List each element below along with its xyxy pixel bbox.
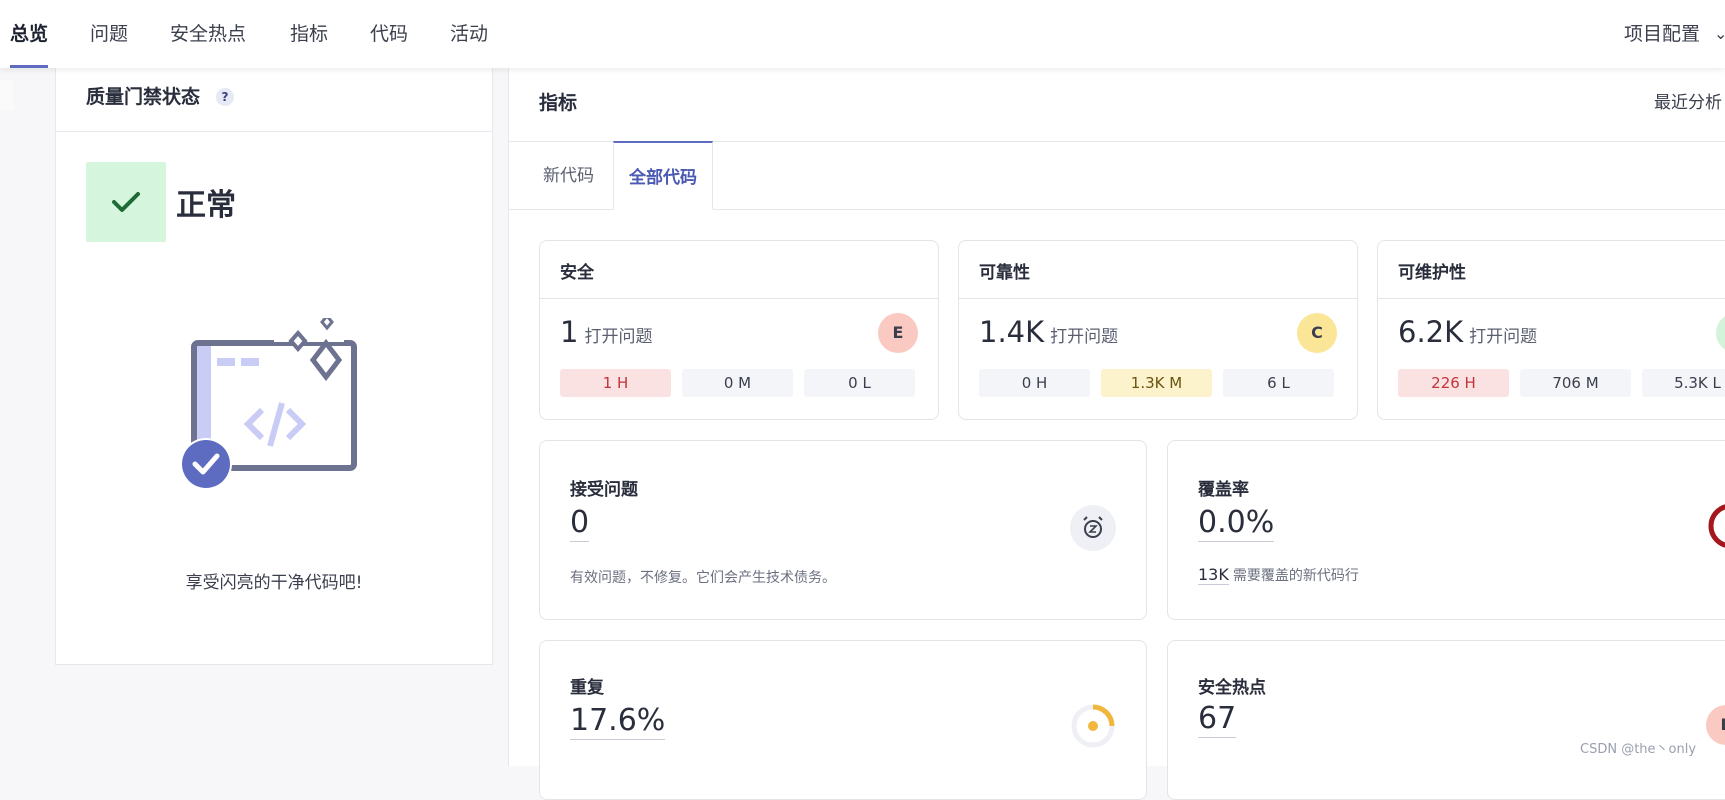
maintainability-low-pill[interactable]: 5.3K L <box>1642 369 1725 397</box>
maintainability-medium-pill[interactable]: 706 M <box>1520 369 1631 397</box>
open-issues-label: 打开问题 <box>584 327 653 347</box>
tab-issues[interactable]: 问题 <box>90 0 128 68</box>
open-issues-label: 打开问题 <box>1050 327 1119 347</box>
reliability-count: 1.4K <box>979 315 1045 349</box>
security-card[interactable]: 安全 1 打开问题 E 1 H 0 M 0 L <box>539 240 939 420</box>
reliability-card[interactable]: 可靠性 1.4K 打开问题 C 0 H 1.3K M 6 L <box>958 240 1358 420</box>
coverage-value[interactable]: 0.0% <box>1198 505 1275 542</box>
security-medium-pill[interactable]: 0 M <box>682 369 793 397</box>
tab-security-hotspots[interactable]: 安全热点 <box>170 0 246 68</box>
maintainability-open-issues[interactable]: 6.2K 打开问题 <box>1398 315 1537 349</box>
security-hotspots-value[interactable]: 67 <box>1198 701 1237 738</box>
top-navigation: 总览 问题 安全热点 指标 代码 活动 项目配置 ⌄ <box>0 0 1725 68</box>
tab-overview[interactable]: 总览 <box>10 0 49 68</box>
open-issues-label: 打开问题 <box>1469 327 1538 347</box>
tab-overall-code[interactable]: 全部代码 <box>613 141 713 210</box>
accepted-issues-title: 接受问题 <box>570 480 638 500</box>
quality-gate-message: 享受闪亮的干净代码吧! <box>185 573 363 593</box>
coverage-lines-label: 需要覆盖的新代码行 <box>1232 568 1359 584</box>
maintainability-count: 6.2K <box>1398 315 1464 349</box>
card-header: 可靠性 <box>959 241 1357 299</box>
accepted-issues-card[interactable]: 接受问题 0 有效问题，不修复。它们会产生技术债务。 <box>539 440 1147 620</box>
duplication-donut-icon <box>1071 704 1115 748</box>
project-config-label: 项目配置 <box>1624 23 1701 45</box>
watermark: CSDN @the丶only <box>1580 742 1697 757</box>
status-check-badge <box>86 162 166 242</box>
duplications-card[interactable]: 重复 17.6% <box>539 640 1147 800</box>
recent-analysis-link[interactable]: 最近分析 <box>1654 68 1722 138</box>
duplications-value[interactable]: 17.6% <box>570 703 666 740</box>
chevron-down-icon: ⌄ <box>1714 24 1725 43</box>
quality-gate-header: 质量门禁状态 ? <box>56 68 492 132</box>
tab-new-code[interactable]: 新代码 <box>543 141 594 209</box>
maintainability-card[interactable]: 可维护性 6.2K 打开问题 226 H 706 M 5.3K L <box>1377 240 1725 420</box>
reliability-high-pill[interactable]: 0 H <box>979 369 1090 397</box>
card-header: 可维护性 <box>1378 241 1725 299</box>
accepted-issues-value[interactable]: 0 <box>570 505 590 542</box>
coverage-lines-note: 13K 需要覆盖的新代码行 <box>1198 565 1359 585</box>
tab-measures[interactable]: 指标 <box>290 0 328 68</box>
reliability-title: 可靠性 <box>979 263 1030 283</box>
duplications-title: 重复 <box>570 678 604 698</box>
reliability-low-pill[interactable]: 6 L <box>1223 369 1334 397</box>
maintainability-grade-badge[interactable] <box>1716 313 1725 353</box>
coverage-lines-count[interactable]: 13K <box>1198 565 1229 585</box>
security-count: 1 <box>560 315 579 349</box>
coverage-ring-icon <box>1708 504 1725 548</box>
sidebar-edge <box>0 80 14 110</box>
reliability-medium-pill[interactable]: 1.3K M <box>1101 369 1212 397</box>
coverage-title: 覆盖率 <box>1198 480 1249 500</box>
snooze-icon <box>1070 505 1116 551</box>
code-scope-tabs: 新代码 全部代码 <box>509 141 1725 210</box>
security-hotspots-grade-badge[interactable]: E <box>1706 705 1725 745</box>
coverage-card[interactable]: 覆盖率 0.0% 13K 需要覆盖的新代码行 <box>1167 440 1725 620</box>
reliability-grade-badge[interactable]: C <box>1297 313 1337 353</box>
security-high-pill[interactable]: 1 H <box>560 369 671 397</box>
quality-gate-title: 质量门禁状态 <box>86 86 201 108</box>
maintainability-title: 可维护性 <box>1398 263 1466 283</box>
reliability-open-issues[interactable]: 1.4K 打开问题 <box>979 315 1118 349</box>
metrics-title: 指标 <box>539 92 578 114</box>
help-icon[interactable]: ? <box>216 88 234 106</box>
maintainability-high-pill[interactable]: 226 H <box>1398 369 1509 397</box>
metrics-header: 指标 最近分析 <box>509 68 1725 142</box>
accepted-issues-note: 有效问题，不修复。它们会产生技术债务。 <box>570 570 836 586</box>
security-low-pill[interactable]: 0 L <box>804 369 915 397</box>
project-config-menu[interactable]: 项目配置 ⌄ <box>1624 0 1725 68</box>
tab-code[interactable]: 代码 <box>370 0 408 68</box>
quality-gate-status: 正常 <box>176 188 236 223</box>
security-hotspots-card[interactable]: 安全热点 67 E <box>1167 640 1725 800</box>
card-header: 安全 <box>540 241 938 299</box>
security-hotspots-title: 安全热点 <box>1198 678 1266 698</box>
security-open-issues[interactable]: 1 打开问题 <box>560 315 652 349</box>
clean-code-illustration <box>180 318 357 490</box>
security-grade-badge[interactable]: E <box>878 313 918 353</box>
security-title: 安全 <box>560 263 594 283</box>
metrics-panel: 指标 最近分析 新代码 全部代码 安全 1 打开问题 E 1 H 0 M 0 L … <box>508 68 1725 800</box>
quality-gate-panel: 质量门禁状态 ? 正常 享受闪亮的干净代码吧! <box>55 68 493 665</box>
tab-activity[interactable]: 活动 <box>450 0 488 68</box>
check-icon <box>112 192 140 212</box>
